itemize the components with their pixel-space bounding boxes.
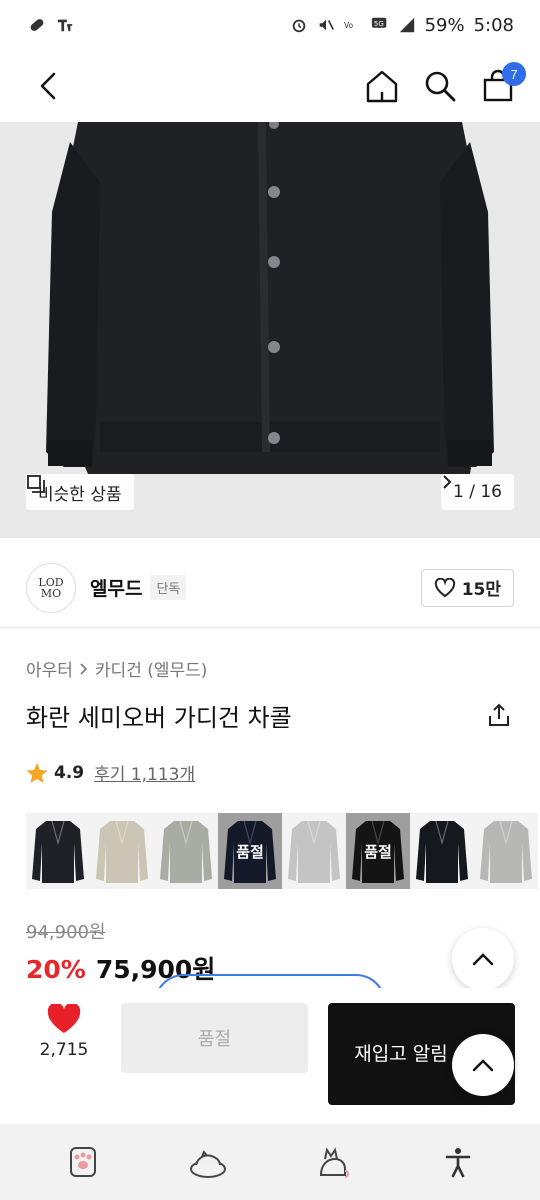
cardigan-thumbnail-icon xyxy=(32,820,84,883)
image-pager[interactable]: 1 / 16 xyxy=(441,474,514,510)
chevron-right-icon xyxy=(80,662,88,675)
scroll-top-button-floating[interactable] xyxy=(452,1034,514,1096)
brand-logo-text: LOD MO xyxy=(38,575,64,600)
pill-icon xyxy=(30,19,44,31)
header-actions: 7 xyxy=(364,62,526,104)
svg-text:Vo: Vo xyxy=(344,21,354,30)
variant-thumbnail[interactable]: 품절 xyxy=(346,813,410,889)
svg-text:5G: 5G xyxy=(373,19,383,28)
similar-products-label: 비슷한 상품 xyxy=(38,484,122,505)
image-page-indicator: 1 / 16 xyxy=(453,482,502,502)
reviews-link[interactable]: 후기 1,113개 xyxy=(94,760,195,785)
app-t-icon xyxy=(57,19,73,32)
chevron-up-icon xyxy=(472,953,494,966)
wishlist-count: 2,715 xyxy=(39,1040,89,1060)
status-bar: Vo 5G 59% 5:08 xyxy=(0,0,540,50)
breadcrumb-category[interactable]: 아우터 xyxy=(26,656,73,681)
color-variants: 품절 품절 xyxy=(26,813,540,889)
mute-icon xyxy=(319,19,334,31)
original-price: 94,900원 xyxy=(26,922,106,943)
home-icon xyxy=(366,70,398,103)
variant-thumbnail[interactable] xyxy=(282,813,346,889)
back-button[interactable] xyxy=(30,68,66,104)
cardigan-thumbnail-icon xyxy=(160,820,212,883)
variant-thumbnail[interactable] xyxy=(474,813,538,889)
back-arrow-icon xyxy=(40,72,56,100)
nav-cat-bed-button[interactable] xyxy=(184,1138,232,1186)
chevron-right-icon xyxy=(443,475,452,489)
status-left xyxy=(28,16,74,34)
scroll-top-button[interactable] xyxy=(452,928,514,990)
status-right: Vo 5G 59% 5:08 xyxy=(290,15,514,36)
variant-thumbnail[interactable]: 품절 xyxy=(218,813,282,889)
similar-products-button[interactable]: 비슷한 상품 xyxy=(26,474,134,510)
rating-row: 4.9 후기 1,113개 xyxy=(26,760,195,785)
alarm-icon xyxy=(292,19,305,33)
variant-thumbnail[interactable] xyxy=(410,813,474,889)
variant-thumbnail[interactable] xyxy=(26,813,90,889)
star-icon xyxy=(26,762,48,783)
cardigan-thumbnail-icon xyxy=(288,820,340,883)
variant-thumbnail[interactable] xyxy=(154,813,218,889)
share-icon xyxy=(489,703,509,726)
bottom-nav-bar xyxy=(0,1124,540,1200)
share-button[interactable] xyxy=(484,700,514,730)
heart-filled-icon xyxy=(47,1004,81,1033)
brand-logo[interactable]: LOD MO xyxy=(26,562,76,613)
heart-outline-icon xyxy=(434,577,455,597)
wishlist-button[interactable]: 2,715 xyxy=(26,1004,102,1060)
chevron-up-icon xyxy=(472,1059,494,1072)
variant-thumbnail[interactable] xyxy=(90,813,154,889)
product-image[interactable]: 비슷한 상품 1 / 16 xyxy=(0,122,540,538)
brand-row: LOD MO 엘무드 단독 15만 xyxy=(0,548,540,628)
battery-percent: 59% xyxy=(424,14,465,36)
accessibility-button[interactable] xyxy=(434,1138,482,1186)
cart-button[interactable]: 7 xyxy=(480,62,526,104)
breadcrumb: 아우터 카디건 (엘무드) xyxy=(26,656,207,681)
breadcrumb-subcategory[interactable]: 카디건 (엘무드) xyxy=(95,656,208,681)
cardigan-thumbnail-icon xyxy=(96,820,148,883)
cart-count-badge: 7 xyxy=(502,62,526,86)
signal-icon xyxy=(399,17,414,33)
cat-icon xyxy=(319,1147,349,1178)
soldout-overlay: 품절 xyxy=(218,813,282,889)
cardigan-thumbnail-icon xyxy=(416,820,468,883)
similar-items-icon xyxy=(27,475,45,493)
search-icon xyxy=(425,71,456,102)
home-button[interactable] xyxy=(364,68,400,104)
brand-like-button[interactable]: 15만 xyxy=(420,568,514,607)
nav-paw-button[interactable] xyxy=(59,1138,107,1186)
exclusive-tag: 단독 xyxy=(150,575,187,600)
search-button[interactable] xyxy=(422,68,458,104)
rating-score: 4.9 xyxy=(54,762,85,783)
app-header: 7 xyxy=(0,50,540,122)
soldout-overlay: 품절 xyxy=(346,813,410,889)
cardigan-thumbnail-icon xyxy=(480,820,532,883)
accessibility-icon xyxy=(445,1148,470,1178)
cat-bed-icon xyxy=(189,1149,226,1178)
clock: 5:08 xyxy=(473,14,514,36)
soldout-button[interactable]: 품절 xyxy=(121,1003,308,1073)
discount-rate: 20% xyxy=(26,955,86,984)
product-title: 화란 세미오버 가디건 차콜 xyxy=(26,704,292,732)
brand-like-count: 15만 xyxy=(461,580,501,600)
paw-icon xyxy=(69,1147,96,1177)
brand-name[interactable]: 엘무드 xyxy=(90,574,142,601)
nav-cat-button[interactable] xyxy=(309,1138,357,1186)
network-5g-icon: 5G xyxy=(371,17,386,28)
volte-icon: Vo xyxy=(344,21,354,30)
